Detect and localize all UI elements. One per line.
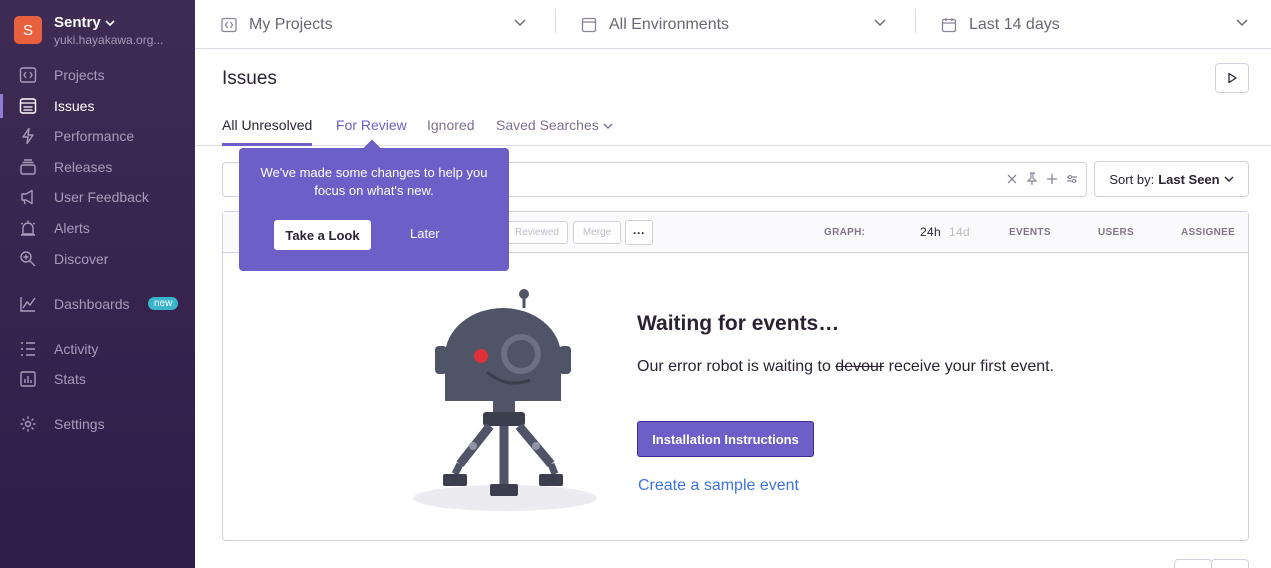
sort-dropdown[interactable]: Sort by: Last Seen <box>1094 161 1249 197</box>
tab-saved-searches[interactable]: Saved Searches <box>496 117 613 146</box>
chevron-down-icon[interactable] <box>1235 15 1249 29</box>
sidebar-item-performance[interactable]: Performance <box>0 124 195 148</box>
divider <box>915 9 916 33</box>
window-icon <box>581 16 599 34</box>
tab-ignored[interactable]: Ignored <box>427 117 474 146</box>
sidebar-item-releases[interactable]: Releases <box>0 155 195 179</box>
org-name: Sentry <box>54 14 101 31</box>
chevron-down-icon <box>603 123 613 129</box>
sidebar-item-issues[interactable]: Issues <box>0 94 195 118</box>
sidebar-item-dashboards[interactable]: Dashboards new <box>0 292 195 316</box>
project-selector[interactable]: My Projects <box>221 0 333 49</box>
graph-24h[interactable]: 24h <box>920 225 941 239</box>
add-icon[interactable] <box>1046 172 1058 186</box>
popover-text: We've made some changes to help you focu… <box>260 165 488 198</box>
org-user: yuki.hayakawa.org... <box>54 33 164 47</box>
chevron-down-icon[interactable] <box>873 15 887 29</box>
org-switcher[interactable]: S Sentry yuki.hayakawa.org... <box>14 14 163 47</box>
lightning-icon <box>18 126 38 146</box>
installation-instructions-button[interactable]: Installation Instructions <box>637 421 814 457</box>
users-header: USERS <box>1098 227 1134 238</box>
pagination-next-button[interactable] <box>1211 559 1249 568</box>
sidebar-item-discover[interactable]: Discover <box>0 247 195 271</box>
waiting-robot-illustration <box>413 289 597 511</box>
list-icon <box>18 339 38 359</box>
realtime-play-button[interactable] <box>1215 63 1249 93</box>
megaphone-icon <box>18 187 38 207</box>
sidebar-item-stats[interactable]: Stats <box>0 367 195 391</box>
stats-icon <box>18 369 38 389</box>
page-title: Issues <box>222 68 277 89</box>
sidebar-item-activity[interactable]: Activity <box>0 337 195 361</box>
graph-label: GRAPH: <box>824 227 866 238</box>
pagination-prev-button[interactable] <box>1174 559 1212 568</box>
calendar-icon <box>941 16 959 34</box>
siren-icon <box>18 218 38 238</box>
new-badge: new <box>148 297 179 310</box>
issues-icon <box>18 96 38 116</box>
graph-icon <box>18 294 38 314</box>
assignee-header: ASSIGNEE <box>1181 227 1236 238</box>
time-range-selector[interactable]: Last 14 days <box>941 0 1060 49</box>
empty-state-description: Our error robot is waiting to devour rec… <box>637 358 1055 375</box>
gear-icon <box>18 414 38 434</box>
chevron-down-icon[interactable] <box>513 15 527 29</box>
more-actions-button[interactable]: ··· <box>625 220 653 245</box>
take-a-look-button[interactable]: Take a Look <box>274 220 371 250</box>
environment-selector[interactable]: All Environments <box>581 0 729 49</box>
chevron-down-icon <box>1224 176 1234 182</box>
org-avatar: S <box>14 16 42 44</box>
play-icon <box>1228 72 1237 84</box>
global-header: My Projects All Environments Last 14 day… <box>195 0 1271 49</box>
issue-tabs: All Unresolved For Review Ignored Saved … <box>195 110 1271 146</box>
reviewed-button[interactable]: Reviewed <box>506 221 568 244</box>
sidebar-item-projects[interactable]: Projects <box>0 63 195 87</box>
sidebar-item-alerts[interactable]: Alerts <box>0 216 195 240</box>
later-button[interactable]: Later <box>410 226 440 241</box>
sliders-icon[interactable] <box>1066 172 1078 186</box>
sidebar: S Sentry yuki.hayakawa.org... Projects I… <box>0 0 195 568</box>
create-sample-event-link[interactable]: Create a sample event <box>638 477 799 495</box>
tab-all-unresolved[interactable]: All Unresolved <box>222 117 313 146</box>
empty-state-title: Waiting for events… <box>637 312 840 335</box>
pin-icon[interactable] <box>1026 172 1038 186</box>
close-icon[interactable] <box>1006 172 1018 186</box>
telescope-icon <box>18 249 38 269</box>
graph-14d[interactable]: 14d <box>949 225 970 239</box>
releases-icon <box>18 157 38 177</box>
divider <box>555 9 556 33</box>
project-icon <box>221 16 239 34</box>
guide-popover: We've made some changes to help you focu… <box>239 148 509 271</box>
chevron-down-icon <box>105 19 115 26</box>
sidebar-item-settings[interactable]: Settings <box>0 412 195 436</box>
merge-button[interactable]: Merge <box>573 221 621 244</box>
events-header: EVENTS <box>1009 227 1051 238</box>
projects-icon <box>18 65 38 85</box>
sidebar-item-user-feedback[interactable]: User Feedback <box>0 185 195 209</box>
